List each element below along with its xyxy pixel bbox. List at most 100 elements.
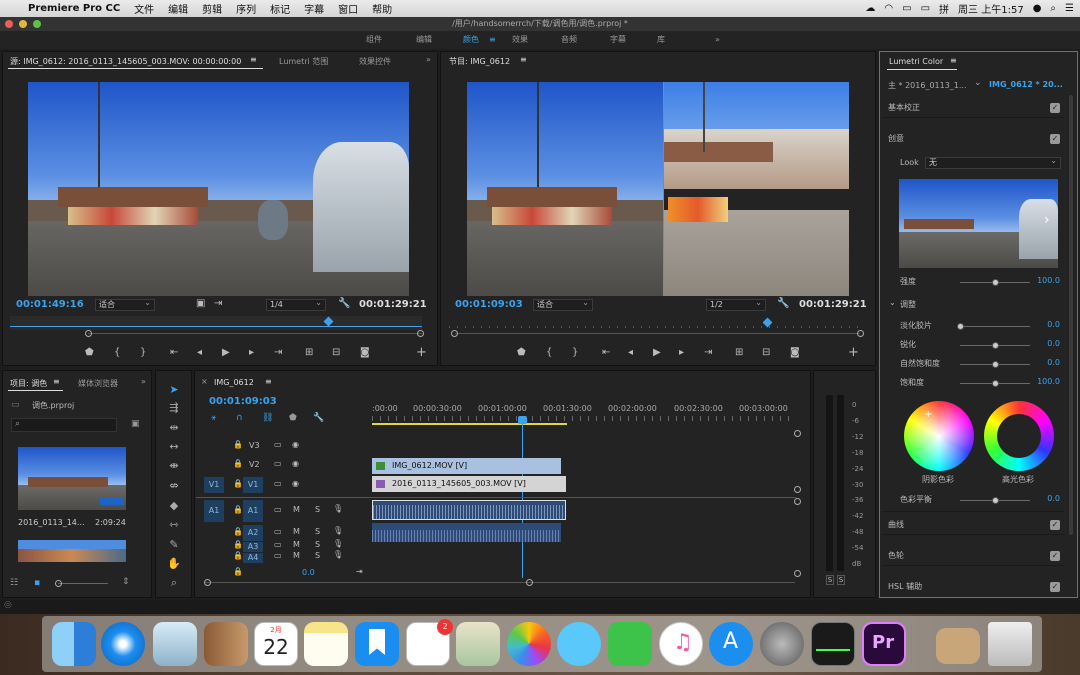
- program-go-to-out-icon[interactable]: ⇥: [704, 347, 712, 358]
- mute-icon[interactable]: M: [293, 540, 300, 549]
- program-step-back-icon[interactable]: ◂: [628, 347, 633, 358]
- lift-icon[interactable]: ⊞: [735, 347, 743, 358]
- sync-lock-icon[interactable]: ▭: [274, 540, 282, 549]
- source-patch-v1[interactable]: V1: [204, 477, 224, 493]
- program-resolution-dropdown[interactable]: 1/2: [706, 298, 766, 311]
- lumetri-tab-menu-icon[interactable]: ≡: [950, 56, 957, 65]
- track-target-a4[interactable]: A4: [243, 553, 263, 563]
- source-resolution-dropdown[interactable]: 1/4: [266, 298, 326, 311]
- zoom-tool-icon[interactable]: ⌕: [163, 575, 185, 591]
- intensity-slider[interactable]: [960, 279, 1030, 286]
- section-color-wheels[interactable]: 色轮 ✓: [882, 546, 1064, 566]
- bookmark-app-icon[interactable]: [355, 622, 399, 666]
- program-zoom-bar[interactable]: [455, 333, 860, 334]
- mute-icon[interactable]: M: [293, 505, 300, 514]
- calendar-icon[interactable]: 2月 22: [254, 622, 298, 666]
- look-next-icon[interactable]: ›: [1044, 212, 1050, 228]
- program-tab-menu-icon[interactable]: ≡: [520, 55, 527, 64]
- rolling-edit-icon[interactable]: ↔: [163, 439, 185, 455]
- workspace-overflow-icon[interactable]: »: [715, 31, 720, 49]
- lock-icon[interactable]: 🔒: [233, 551, 243, 560]
- program-zoom-handle-left[interactable]: [451, 330, 458, 337]
- list-view-icon[interactable]: ☷: [10, 578, 18, 588]
- solo-icon[interactable]: S: [315, 527, 320, 536]
- slider-value[interactable]: 0.0: [1047, 339, 1060, 348]
- project-search-input[interactable]: ⌕: [11, 418, 117, 432]
- adjust-chevron-icon[interactable]: ⌄: [889, 298, 896, 307]
- clip-v1[interactable]: 2016_0113_145605_003.MOV [V]: [372, 476, 566, 492]
- lock-icon[interactable]: 🔒: [233, 505, 243, 514]
- app-menu[interactable]: Premiere Pro CC: [21, 3, 127, 14]
- menu-marker[interactable]: 标记: [263, 1, 297, 16]
- zoom-icon[interactable]: [33, 20, 41, 28]
- sort-icon[interactable]: ⇕: [122, 577, 130, 587]
- sync-lock-icon[interactable]: ▭: [274, 479, 282, 488]
- input-method-icon[interactable]: 拼: [939, 1, 949, 16]
- eye-icon[interactable]: ◉: [292, 479, 299, 488]
- insert-overlay-icon[interactable]: ⇥: [214, 298, 222, 309]
- workspace-effects[interactable]: 效果: [512, 31, 528, 49]
- tab-source[interactable]: 源: IMG_0612: 2016_0113_145605_003.MOV: 0…: [10, 56, 241, 67]
- slider-knob[interactable]: [992, 361, 999, 368]
- sync-lock-icon[interactable]: ▭: [274, 551, 282, 560]
- source-zoom-handle-left[interactable]: [85, 330, 92, 337]
- source-tab-menu-icon[interactable]: ≡: [250, 55, 257, 64]
- slider-value[interactable]: 100.0: [1037, 377, 1060, 386]
- new-bin-icon[interactable]: ▣: [131, 419, 140, 429]
- nest-icon[interactable]: ⚹: [211, 413, 216, 423]
- solo-icon[interactable]: S: [315, 540, 320, 549]
- export-frame-icon[interactable]: ◙: [360, 347, 370, 358]
- ripple-edit-icon[interactable]: ⇹: [163, 420, 185, 436]
- highlight-tint-wheel[interactable]: [984, 401, 1054, 471]
- program-export-frame-icon[interactable]: ◙: [790, 347, 800, 358]
- voiceover-mic-icon[interactable]: 🎙: [333, 539, 343, 548]
- timeline-timecode[interactable]: 00:01:09:03: [209, 396, 277, 407]
- creative-enable-checkbox[interactable]: ✓: [1050, 134, 1060, 144]
- list-icon[interactable]: ☰: [1065, 3, 1074, 14]
- sequence-tab-menu-icon[interactable]: ≡: [265, 377, 272, 386]
- track-target-a2[interactable]: A2: [243, 525, 263, 541]
- insert-icon[interactable]: ⊞: [305, 347, 313, 358]
- look-dropdown[interactable]: 无: [925, 156, 1061, 169]
- wifi-icon[interactable]: ◠: [884, 3, 893, 14]
- settings-wrench-icon[interactable]: 🔧: [338, 298, 350, 309]
- mail-icon[interactable]: [153, 622, 197, 666]
- safari-icon[interactable]: [101, 622, 145, 666]
- messages-icon[interactable]: [557, 622, 601, 666]
- slider-value[interactable]: 0.0: [1047, 320, 1060, 329]
- facetime-icon[interactable]: [608, 622, 652, 666]
- airplay-icon[interactable]: ▭: [902, 3, 911, 14]
- color-balance-slider[interactable]: [960, 497, 1030, 504]
- panel-overflow-icon[interactable]: »: [426, 55, 431, 64]
- lock-icon[interactable]: 🔒: [233, 540, 243, 549]
- timeline-ruler[interactable]: :00:00 00:00:30:00 00:01:00:00 00:01:30:…: [372, 400, 796, 426]
- add-marker-timeline-icon[interactable]: ⬟: [289, 413, 297, 423]
- notes-icon[interactable]: [304, 622, 348, 666]
- thumbnail-size-knob[interactable]: [55, 580, 62, 587]
- workspace-menu-icon[interactable]: ≡: [489, 31, 496, 49]
- intensity-value[interactable]: 100.0: [1037, 276, 1060, 285]
- track-target-a1[interactable]: A1: [243, 500, 263, 522]
- cloud-icon[interactable]: ☁: [865, 3, 875, 14]
- color-balance-knob[interactable]: [992, 497, 999, 504]
- sequence-clip-selector[interactable]: IMG_0612 * 20...: [989, 80, 1063, 89]
- rate-stretch-icon[interactable]: ⇼: [163, 458, 185, 474]
- slider-knob[interactable]: [992, 342, 999, 349]
- clock[interactable]: 周三 上午1:57: [958, 1, 1024, 16]
- tab-lumetri-color[interactable]: Lumetri Color: [889, 57, 943, 66]
- clip-a2[interactable]: [372, 523, 561, 542]
- timeline-zoom-bar[interactable]: [205, 582, 795, 583]
- curves-enable-checkbox[interactable]: ✓: [1050, 520, 1060, 530]
- overwrite-icon[interactable]: ⊟: [332, 347, 340, 358]
- vscroll-top[interactable]: [794, 430, 801, 437]
- menu-file[interactable]: 文件: [127, 1, 161, 16]
- clip-v2[interactable]: IMG_0612.MOV [V]: [372, 458, 561, 474]
- clip-thumbnail[interactable]: [18, 447, 126, 510]
- vscroll-bottom[interactable]: [794, 570, 801, 577]
- source-video-frame[interactable]: [28, 82, 409, 296]
- shadow-tint-crosshair-icon[interactable]: +: [924, 409, 932, 420]
- program-go-to-in-icon[interactable]: ⇤: [602, 347, 610, 358]
- contacts-icon[interactable]: [204, 622, 248, 666]
- razor-tool-icon[interactable]: ◆: [163, 498, 185, 514]
- search-icon[interactable]: ⌕: [1050, 3, 1056, 14]
